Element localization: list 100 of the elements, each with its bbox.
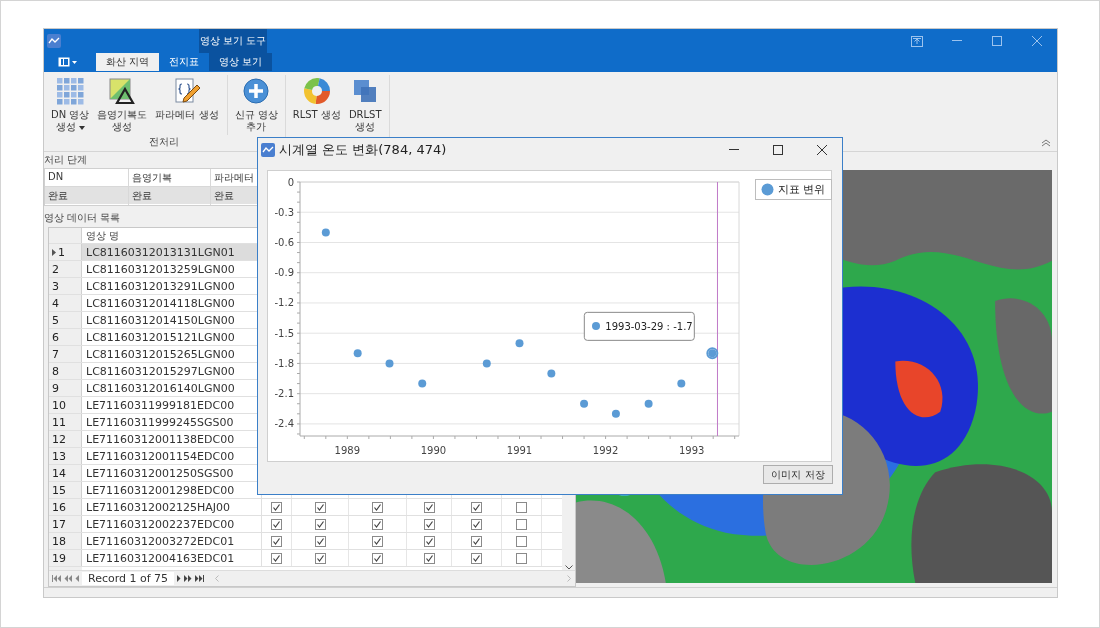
data-point bbox=[611, 409, 620, 418]
checkbox[interactable] bbox=[372, 501, 383, 513]
tick-label: 0 bbox=[287, 176, 294, 188]
checkbox[interactable] bbox=[471, 552, 482, 564]
grid-icon bbox=[56, 77, 85, 105]
checkbox[interactable] bbox=[314, 518, 326, 530]
ribbon-tab[interactable]: 영상 보기 bbox=[209, 53, 273, 71]
tick-label: -1.2 bbox=[274, 297, 294, 309]
tick-label: 1993 bbox=[678, 445, 705, 456]
row-number: 2 bbox=[52, 262, 59, 276]
row-indicator-icon bbox=[52, 248, 56, 256]
close-icon[interactable] bbox=[817, 145, 827, 155]
row-number: 7 bbox=[52, 347, 59, 361]
first-record-icon[interactable] bbox=[52, 575, 61, 582]
shaded-relief-icon bbox=[108, 77, 137, 105]
checkbox[interactable] bbox=[372, 518, 383, 530]
app-menu-icon[interactable] bbox=[58, 57, 78, 67]
row-number: 10 bbox=[52, 398, 66, 412]
row-number: 1 bbox=[58, 245, 65, 259]
checkbox[interactable] bbox=[471, 501, 482, 513]
table-cell: LE71160312003272EDC01 bbox=[82, 533, 262, 549]
tooltip-marker-icon bbox=[592, 322, 601, 331]
ribbon-button[interactable]: 신규 영상 추가 bbox=[226, 75, 282, 135]
data-point bbox=[482, 359, 491, 368]
checkbox[interactable] bbox=[423, 501, 435, 513]
data-point bbox=[321, 228, 330, 237]
column-header: 영상 명 bbox=[85, 228, 121, 243]
tick-label: -2.1 bbox=[274, 388, 294, 400]
checkbox[interactable] bbox=[372, 535, 383, 547]
color-ring-icon bbox=[302, 77, 331, 105]
checkbox[interactable] bbox=[516, 518, 527, 530]
legend-marker-icon bbox=[761, 183, 774, 196]
table-cell: LE71160312002125HAJ00 bbox=[82, 499, 262, 515]
checkbox[interactable] bbox=[423, 552, 435, 564]
checkbox[interactable] bbox=[271, 535, 282, 547]
ribbon-button[interactable]: 파라메터 생성 bbox=[151, 75, 223, 123]
tick-label: -1.5 bbox=[274, 327, 294, 339]
table-cell: LE71160312002237EDC00 bbox=[82, 516, 262, 532]
panel-label: 처리 단계 bbox=[44, 152, 88, 167]
tick-label: -1.8 bbox=[274, 357, 294, 369]
group-label: 전처리 bbox=[148, 135, 181, 149]
table-cell: LE71160312004163EDC01 bbox=[82, 550, 262, 566]
row-number: 4 bbox=[52, 296, 59, 310]
checkbox[interactable] bbox=[271, 552, 282, 564]
ribbon-button[interactable]: DN 영상 생성 bbox=[47, 75, 94, 135]
checkbox[interactable] bbox=[423, 535, 435, 547]
ribbon-tab[interactable]: 전지표 bbox=[159, 53, 210, 71]
row-number: 12 bbox=[52, 432, 66, 446]
previous-record-icon[interactable] bbox=[75, 575, 79, 582]
row-number: 18 bbox=[52, 534, 66, 548]
data-point bbox=[515, 339, 524, 348]
row-number: 14 bbox=[52, 466, 66, 480]
checkbox[interactable] bbox=[471, 535, 482, 547]
checkbox[interactable] bbox=[314, 535, 326, 547]
row-number: 19 bbox=[52, 551, 66, 565]
checkbox[interactable] bbox=[516, 535, 527, 547]
data-point bbox=[677, 379, 686, 388]
tooltip-text: 1993-03-29 : -1.7 bbox=[605, 320, 693, 332]
row-number: 6 bbox=[52, 330, 59, 344]
checkbox[interactable] bbox=[372, 552, 383, 564]
save-image-button[interactable]: 이미지 저장 bbox=[763, 465, 833, 484]
checkbox[interactable] bbox=[271, 501, 282, 513]
tick-label: 1989 bbox=[334, 445, 361, 456]
last-record-icon[interactable] bbox=[195, 575, 205, 582]
checkbox[interactable] bbox=[471, 518, 482, 530]
script-pencil-icon bbox=[172, 77, 201, 105]
window-icon bbox=[261, 143, 275, 157]
checkbox[interactable] bbox=[516, 501, 527, 513]
maximize-icon[interactable] bbox=[773, 145, 783, 155]
scroll-down-icon[interactable] bbox=[564, 565, 573, 570]
row-number: 3 bbox=[52, 279, 59, 293]
table-cell: 완료 bbox=[129, 187, 211, 205]
record-counter: Record 1 of 75 bbox=[82, 572, 175, 585]
restore-panel-icon[interactable] bbox=[911, 35, 923, 47]
next-page-icon[interactable] bbox=[184, 575, 193, 582]
row-number: 15 bbox=[52, 483, 66, 497]
tick-label: -0.3 bbox=[274, 206, 294, 218]
data-point bbox=[385, 359, 394, 368]
data-point bbox=[547, 369, 556, 378]
app-icon bbox=[47, 34, 61, 48]
checkbox[interactable] bbox=[271, 518, 282, 530]
checkbox[interactable] bbox=[314, 552, 326, 564]
checkbox[interactable] bbox=[516, 552, 527, 564]
ribbon-button[interactable]: DRLST 생성 bbox=[344, 75, 386, 135]
row-number: 8 bbox=[52, 364, 59, 378]
add-icon bbox=[242, 77, 271, 105]
dialog-title: 시계열 온도 변화(784, 474) bbox=[279, 141, 447, 159]
tick-label: 1990 bbox=[420, 445, 447, 456]
collapse-ribbon-icon[interactable] bbox=[1041, 139, 1051, 147]
data-point bbox=[580, 399, 589, 408]
minimize-icon[interactable] bbox=[729, 149, 739, 151]
checkbox[interactable] bbox=[314, 501, 326, 513]
row-number: 16 bbox=[52, 500, 66, 514]
ribbon-tab[interactable]: 화산 지역 bbox=[96, 53, 160, 71]
next-record-icon[interactable] bbox=[177, 575, 182, 582]
previous-page-icon[interactable] bbox=[64, 575, 72, 582]
checkbox[interactable] bbox=[423, 518, 435, 530]
ribbon-button[interactable]: RLST 생성 bbox=[288, 75, 345, 123]
ribbon-button[interactable]: 음영기복도 생성 bbox=[93, 75, 152, 135]
row-number: 11 bbox=[52, 415, 66, 429]
